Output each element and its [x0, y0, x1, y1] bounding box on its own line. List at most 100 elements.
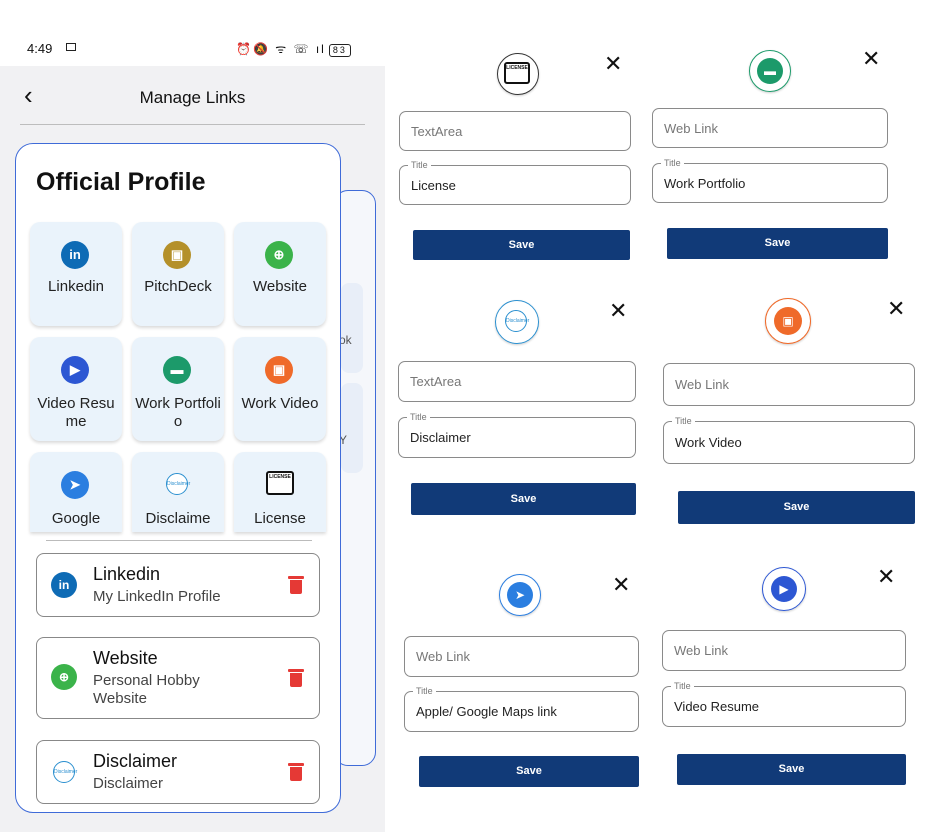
- title-field[interactable]: Title Apple/ Google Maps link: [404, 685, 639, 732]
- page-title: Manage Links: [139, 88, 246, 107]
- field-legend: Title: [413, 685, 436, 697]
- disclaimer-icon: Disclaimer: [53, 761, 77, 783]
- close-icon[interactable]: ✕: [877, 566, 895, 588]
- save-button[interactable]: Save: [411, 483, 636, 515]
- dialog-icon-badge: Disclaimer: [495, 300, 539, 344]
- card-title: Disclaimer: [93, 751, 178, 771]
- field-value: Video Resume: [674, 699, 760, 714]
- field-placeholder: TextArea: [410, 374, 462, 389]
- dialog-icon-badge: ➤: [499, 574, 541, 616]
- folder-icon: ▬: [163, 356, 191, 384]
- video-icon: ▶: [61, 356, 89, 384]
- folder-icon: ▬: [757, 58, 783, 84]
- close-icon[interactable]: ✕: [862, 48, 880, 70]
- title-field[interactable]: Title Disclaimer: [398, 411, 636, 458]
- save-button[interactable]: Save: [678, 491, 915, 524]
- tile-license[interactable]: LICENSE License: [234, 452, 326, 532]
- edit-link-dialog-disclaimer: Disclaimer ✕ TextArea Title Disclaimer Sa…: [393, 294, 643, 526]
- save-button[interactable]: Save: [413, 230, 630, 260]
- tile-label: PitchDeck: [144, 278, 212, 295]
- tile-work-portfolio[interactable]: ▬ Work Portfolio: [132, 337, 224, 441]
- tile-label: Linkedin: [48, 278, 104, 295]
- globe-icon: ⊕: [265, 241, 293, 269]
- title-field[interactable]: Title Work Video: [663, 415, 915, 464]
- save-button[interactable]: Save: [667, 228, 888, 259]
- tile-label: Website: [253, 278, 307, 295]
- delete-icon[interactable]: [288, 669, 304, 687]
- link-card-linkedin[interactable]: in Linkedin My LinkedIn Profile: [36, 553, 320, 617]
- tile-linkedin[interactable]: in Linkedin: [30, 222, 122, 326]
- tile-label: Disclaime: [145, 510, 211, 527]
- edit-link-dialog-license: LICENSE ✕ TextArea Title License Save: [395, 45, 645, 270]
- link-card-disclaimer[interactable]: Disclaimer Disclaimer Disclaimer: [36, 740, 320, 804]
- official-profile-sheet: Official Profile in Linkedin ▣ PitchDeck…: [15, 143, 341, 813]
- card-subtitle: My LinkedIn Profile: [93, 588, 221, 605]
- textarea-field[interactable]: TextArea: [398, 361, 636, 402]
- app-bar: ‹ Manage Links: [0, 66, 385, 126]
- field-value: License: [411, 178, 456, 193]
- field-placeholder: Web Link: [664, 121, 718, 136]
- work-video-icon: ▣: [265, 356, 293, 384]
- linkedin-icon: in: [51, 572, 77, 598]
- title-field[interactable]: Title License: [399, 159, 631, 205]
- field-placeholder: TextArea: [411, 124, 463, 139]
- dialog-icon-badge: ▬: [749, 50, 791, 92]
- notification-icon: [66, 43, 76, 51]
- close-icon[interactable]: ✕: [604, 53, 622, 75]
- close-icon[interactable]: ✕: [609, 300, 627, 322]
- title-field[interactable]: Title Video Resume: [662, 680, 906, 727]
- edit-link-dialog-video-resume: ▶ ✕ Web Link Title Video Resume Save: [658, 556, 928, 792]
- save-button[interactable]: Save: [419, 756, 639, 787]
- close-icon[interactable]: ✕: [612, 574, 630, 596]
- header-divider: [20, 124, 365, 125]
- tile-google[interactable]: ➤ Google: [30, 452, 122, 532]
- battery-icon: 83: [328, 44, 351, 57]
- tile-work-video[interactable]: ▣ Work Video: [234, 337, 326, 441]
- card-title: Website: [93, 648, 158, 668]
- title-field[interactable]: Title Work Portfolio: [652, 157, 888, 203]
- delete-icon[interactable]: [288, 763, 304, 781]
- tile-website[interactable]: ⊕ Website: [234, 222, 326, 326]
- delete-icon[interactable]: [288, 576, 304, 594]
- edit-link-dialog-maps: ➤ ✕ Web Link Title Apple/ Google Maps lin…: [400, 560, 650, 792]
- license-icon: LICENSE: [266, 471, 294, 495]
- status-icons: ⏰🔕 ᯤ ☏ ıl 83: [236, 40, 351, 57]
- list-divider: [46, 540, 312, 541]
- dialog-icon-badge: ▣: [765, 298, 811, 344]
- pitchdeck-icon: ▣: [163, 241, 191, 269]
- web-link-field[interactable]: Web Link: [662, 630, 906, 671]
- tile-label: License: [254, 510, 306, 527]
- card-subtitle: Personal Hobby Website: [93, 672, 200, 707]
- web-link-field[interactable]: Web Link: [404, 636, 639, 677]
- dialog-icon-badge: LICENSE: [497, 53, 539, 95]
- field-placeholder: Web Link: [416, 649, 470, 664]
- dialog-icon-badge: ▶: [762, 567, 806, 611]
- edit-link-dialog-work-portfolio: ▬ ✕ Web Link Title Work Portfolio Save: [648, 42, 928, 267]
- linkedin-icon: in: [61, 241, 89, 269]
- close-icon[interactable]: ✕: [887, 298, 905, 320]
- link-card-website[interactable]: ⊕ Website Personal Hobby Website: [36, 637, 320, 719]
- status-bar: 4:49 ⏰🔕 ᯤ ☏ ıl 83: [0, 0, 385, 66]
- field-legend: Title: [661, 157, 684, 169]
- navigation-icon: ➤: [61, 471, 89, 499]
- tile-label: Video Resume: [37, 395, 115, 430]
- save-button[interactable]: Save: [677, 754, 906, 785]
- field-value: Apple/ Google Maps link: [416, 704, 557, 719]
- tile-disclaimer[interactable]: Disclaimer Disclaime: [132, 452, 224, 532]
- disclaimer-icon: Disclaimer: [166, 473, 190, 495]
- field-legend: Title: [407, 411, 430, 423]
- tile-label: Google: [51, 510, 101, 527]
- web-link-field[interactable]: Web Link: [663, 363, 915, 406]
- card-title: Linkedin: [93, 564, 161, 584]
- web-link-field[interactable]: Web Link: [652, 108, 888, 148]
- navigation-icon: ➤: [507, 582, 533, 608]
- field-legend: Title: [672, 415, 695, 427]
- sheet-title: Official Profile: [36, 168, 206, 196]
- textarea-field[interactable]: TextArea: [399, 111, 631, 151]
- tile-label: Work Portfolio: [135, 395, 221, 430]
- field-value: Work Video: [675, 435, 742, 450]
- field-placeholder: Web Link: [674, 643, 728, 658]
- globe-icon: ⊕: [51, 664, 77, 690]
- tile-video-resume[interactable]: ▶ Video Resume: [30, 337, 122, 441]
- tile-pitchdeck[interactable]: ▣ PitchDeck: [132, 222, 224, 326]
